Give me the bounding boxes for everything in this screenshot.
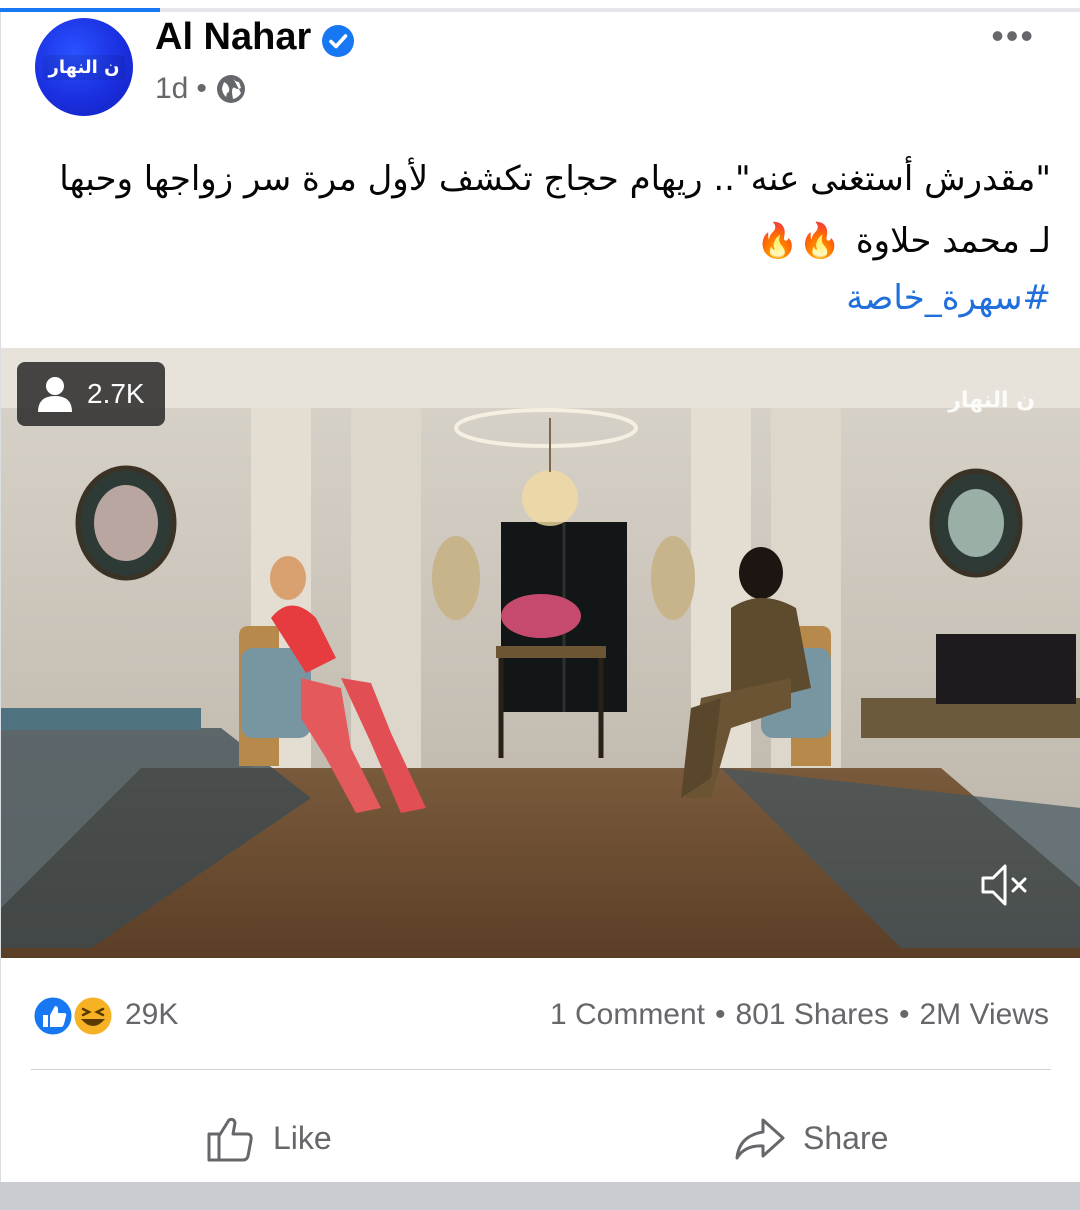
post-timestamp[interactable]: 1d — [155, 72, 188, 106]
fire-emoji-icon: 🔥🔥 — [756, 221, 842, 261]
caption-line-1: "مقدرش أستغنى عنه".. ريهام حجاج تكشف لأو… — [59, 159, 1051, 199]
actions-divider — [31, 1069, 1051, 1070]
video-frame — [1, 348, 1080, 958]
caption-line-2: لـ محمد حلاوة — [855, 221, 1051, 261]
avatar-logo-text: ن النهار — [42, 54, 126, 80]
like-reaction-icon — [31, 994, 75, 1038]
stats-separator: • — [715, 998, 726, 1031]
page-name[interactable]: Al Nahar — [155, 16, 311, 59]
thumbs-up-icon — [207, 1117, 253, 1162]
video-player[interactable]: 2.7K ن النهار — [1, 348, 1080, 958]
person-icon — [38, 377, 72, 412]
globe-icon — [216, 75, 245, 103]
engagement-stats: 1 Comment • 801 Shares • 2M Views — [550, 998, 1049, 1032]
share-arrow-icon — [735, 1118, 785, 1160]
feed-separator — [0, 1182, 1080, 1210]
like-label: Like — [273, 1119, 332, 1156]
meta-separator: • — [196, 72, 207, 105]
muted-speaker-icon[interactable] — [977, 858, 1031, 912]
share-count[interactable]: 801 Shares — [736, 998, 889, 1032]
like-button[interactable]: Like — [205, 1106, 332, 1170]
post-caption: "مقدرش أستغنى عنه".. ريهام حجاج تكشف لأو… — [31, 148, 1051, 272]
hashtag-link[interactable]: #سهرة_خاصة — [31, 278, 1051, 318]
reactions-summary: 29K 1 Comment • 801 Shares • 2M Views — [1, 972, 1080, 1052]
haha-reaction-icon — [71, 994, 115, 1038]
post-meta: 1d • — [155, 72, 247, 106]
reaction-count[interactable]: 29K — [125, 998, 178, 1032]
caption-line-2-container: لـ محمد حلاوة 🔥🔥 — [31, 210, 1051, 272]
verified-badge-icon — [322, 25, 354, 57]
reaction-icons[interactable] — [31, 994, 121, 1038]
view-count: 2M Views — [919, 998, 1050, 1031]
comment-count[interactable]: 1 Comment — [550, 998, 705, 1032]
live-viewer-badge: 2.7K — [17, 362, 165, 426]
viewer-count: 2.7K — [87, 378, 145, 409]
share-label: Share — [803, 1119, 889, 1156]
stats-separator: • — [898, 998, 910, 1031]
page-avatar[interactable]: ن النهار — [35, 18, 133, 116]
feed-post: ن النهار Al Nahar 1d • ••• "مقدرش أستغنى… — [0, 12, 1080, 1182]
more-options-button[interactable]: ••• — [991, 18, 1035, 54]
post-actions: Like Share — [1, 1092, 1080, 1188]
channel-watermark: ن النهار — [948, 388, 1035, 413]
share-button[interactable]: Share — [733, 1106, 888, 1170]
post-header: ن النهار Al Nahar 1d • ••• — [1, 12, 1080, 132]
